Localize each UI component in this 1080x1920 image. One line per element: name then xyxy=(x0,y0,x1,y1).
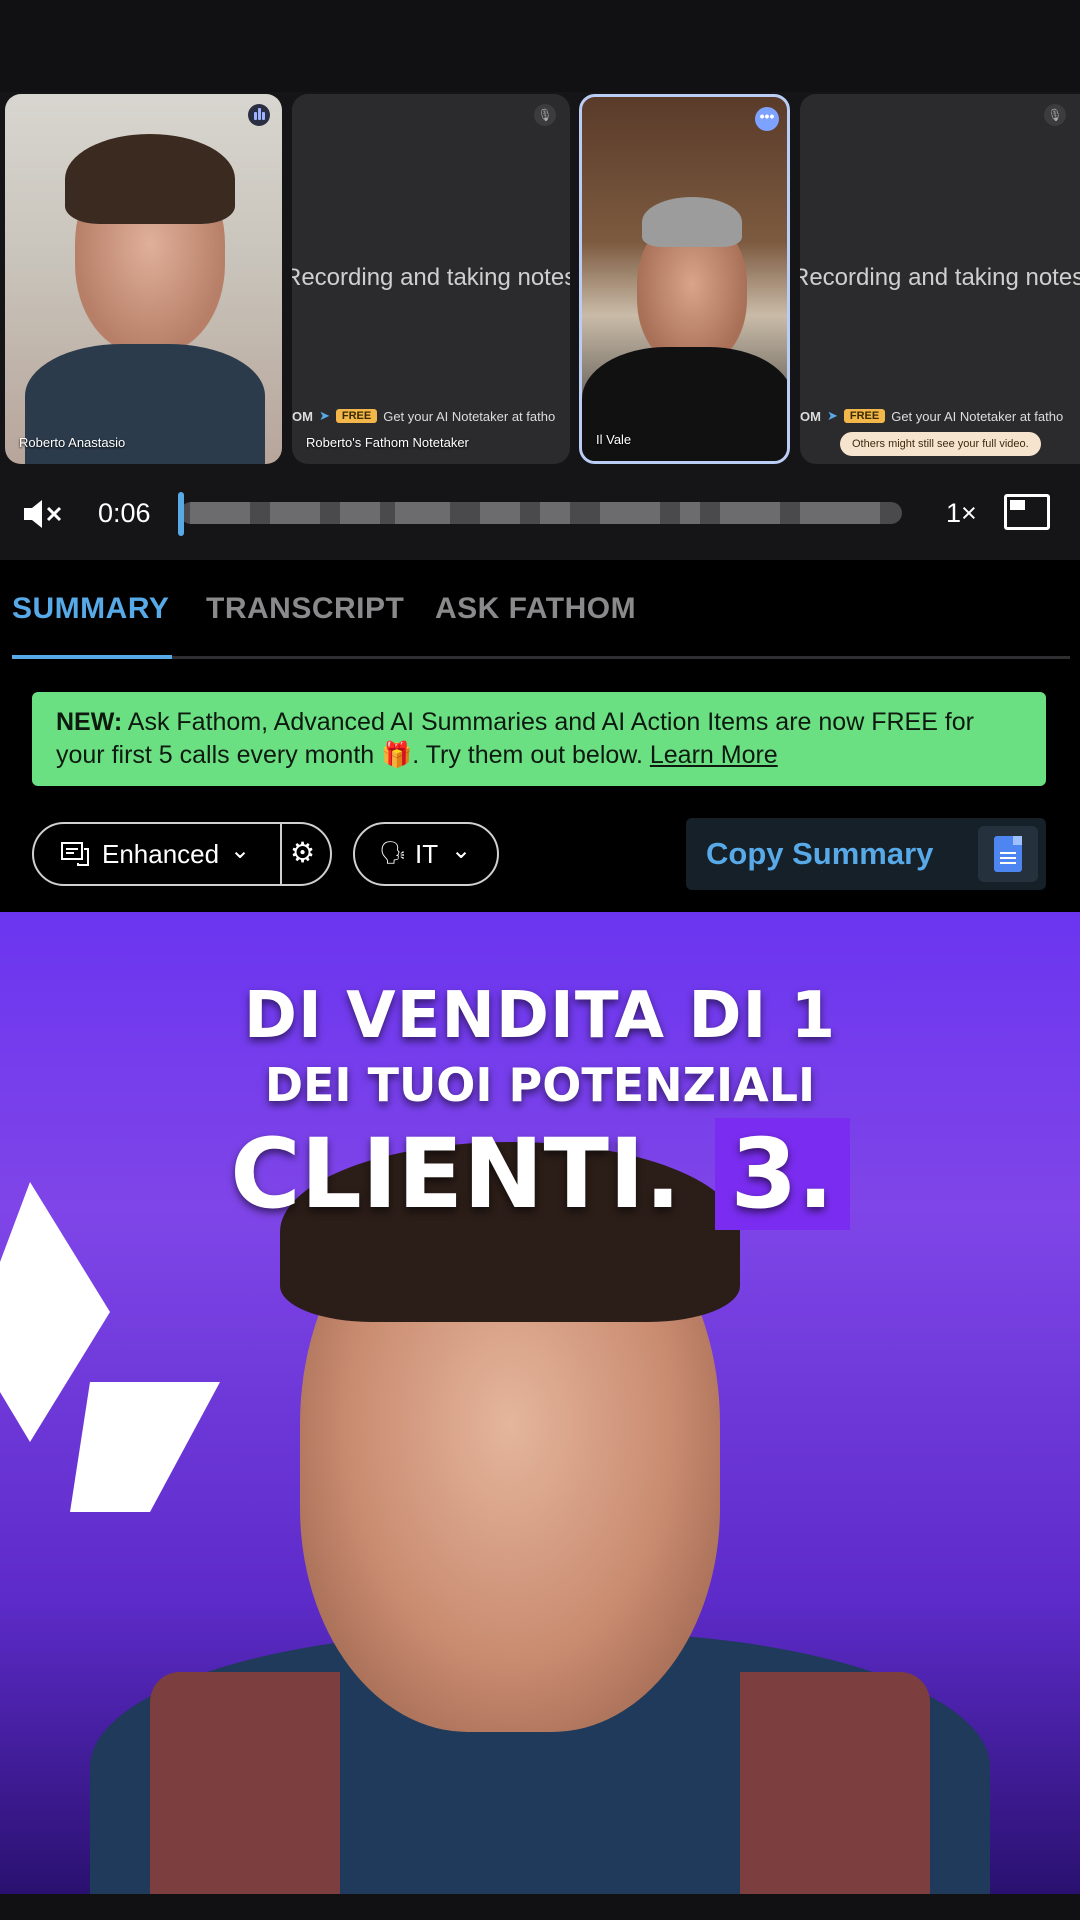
player-controls: 0:06 1× xyxy=(0,468,1080,560)
pill-divider xyxy=(280,824,282,884)
google-docs-button[interactable] xyxy=(978,826,1038,882)
banner-new-label: NEW: xyxy=(56,708,123,736)
notetaker-promo: OM ➤ FREE Get your AI Notetaker at fatho xyxy=(800,408,1064,424)
participant-hair xyxy=(65,134,235,224)
muted-mic-icon: 🎙 xyxy=(1044,104,1066,126)
playhead[interactable] xyxy=(178,492,184,536)
scrub-bar[interactable] xyxy=(180,502,902,524)
caption-line-2: DEI TUOI POTENZIALI xyxy=(264,1058,816,1112)
participant-tile-3[interactable]: ••• Il Vale xyxy=(579,94,790,464)
speech-bubble-icon: 🗣 xyxy=(379,840,407,865)
participant-name: Il Vale xyxy=(596,432,632,447)
language-selector[interactable]: 🗣 IT ⌄ xyxy=(353,822,499,886)
copy-summary-group: Copy Summary xyxy=(686,818,1046,890)
speech-segment xyxy=(600,502,660,524)
chevron-icon: ➤ xyxy=(318,408,330,423)
muted-mic-icon: 🎙 xyxy=(534,104,556,126)
free-badge: FREE xyxy=(843,409,886,423)
mute-button[interactable] xyxy=(22,494,66,534)
summary-mode-icon xyxy=(60,841,90,874)
speech-segment xyxy=(720,502,780,524)
participant-name: Roberto Anastasio xyxy=(19,435,126,450)
caption-line-1: DI VENDITA DI 1 xyxy=(243,979,837,1053)
video-preview[interactable]: DI VENDITA DI 1 DEI TUOI POTENZIALI CLIE… xyxy=(0,912,1080,1894)
active-tab-indicator xyxy=(12,655,172,659)
speech-segment xyxy=(800,502,880,524)
speech-segment xyxy=(540,502,570,524)
tab-ask-fathom[interactable]: ASK FATHOM xyxy=(435,592,636,626)
bottom-strip xyxy=(0,1894,1080,1920)
speech-segment xyxy=(480,502,520,524)
language-label: IT xyxy=(415,839,439,869)
participant-tile-2[interactable]: 🎙 Recording and taking notes OM ➤ FREE G… xyxy=(292,94,570,464)
promo-banner: NEW: Ask Fathom, Advanced AI Summaries a… xyxy=(32,692,1046,786)
picture-in-picture-icon[interactable] xyxy=(1004,494,1050,530)
top-bar xyxy=(0,0,1080,92)
chevron-icon: ➤ xyxy=(826,408,838,423)
participant-tile-1[interactable]: Roberto Anastasio xyxy=(5,94,282,464)
free-badge: FREE xyxy=(335,409,378,423)
summary-mode-selector: Enhanced ⌄ ⚙ xyxy=(32,822,332,886)
participant-strip: Roberto Anastasio 🎙 Recording and taking… xyxy=(0,92,1080,468)
tab-summary[interactable]: SUMMARY xyxy=(12,592,169,626)
speaking-bars-icon xyxy=(248,104,270,126)
learn-more-link[interactable]: Learn More xyxy=(650,741,778,769)
presenter-vest xyxy=(740,1672,930,1894)
more-options-icon[interactable]: ••• xyxy=(755,107,779,131)
participant-name: Roberto's Fathom Notetaker xyxy=(306,435,469,450)
gear-icon[interactable]: ⚙ xyxy=(290,836,315,869)
caption-line-3: CLIENTI. 3. xyxy=(0,1114,1080,1234)
mute-speaker-icon xyxy=(24,500,62,528)
speech-segment xyxy=(395,502,450,524)
presenter-vest xyxy=(150,1672,340,1894)
chevron-down-icon[interactable]: ⌄ xyxy=(230,836,250,865)
speech-segment xyxy=(340,502,380,524)
tab-transcript[interactable]: TRANSCRIPT xyxy=(206,592,404,626)
recording-placeholder-text: Recording and taking notes xyxy=(800,264,1080,291)
participant-tile-4[interactable]: 🎙 Recording and taking notes OM ➤ FREE G… xyxy=(800,94,1080,464)
participant-hair xyxy=(642,197,742,247)
chevron-down-icon: ⌄ xyxy=(451,837,472,864)
banner-text: Ask Fathom, Advanced AI Summaries and AI… xyxy=(56,708,974,769)
copy-summary-button[interactable]: Copy Summary xyxy=(706,836,933,872)
summary-panel: SUMMARY TRANSCRIPT ASK FATHOM NEW: Ask F… xyxy=(0,560,1080,912)
speech-segment xyxy=(680,502,700,524)
google-docs-icon xyxy=(994,836,1022,872)
caption-highlight: 3. xyxy=(714,1118,850,1230)
visibility-notice-badge: Others might still see your full video. xyxy=(840,432,1041,456)
speech-segment xyxy=(190,502,250,524)
speech-segment xyxy=(270,502,320,524)
video-caption: DI VENDITA DI 1 DEI TUOI POTENZIALI CLIE… xyxy=(0,976,1080,1234)
playback-time: 0:06 xyxy=(98,498,151,528)
recording-placeholder-text: Recording and taking notes xyxy=(292,264,570,291)
summary-mode-label[interactable]: Enhanced xyxy=(102,839,219,870)
notetaker-promo: OM ➤ FREE Get your AI Notetaker at fatho xyxy=(292,408,556,424)
playback-speed-button[interactable]: 1× xyxy=(946,498,977,529)
